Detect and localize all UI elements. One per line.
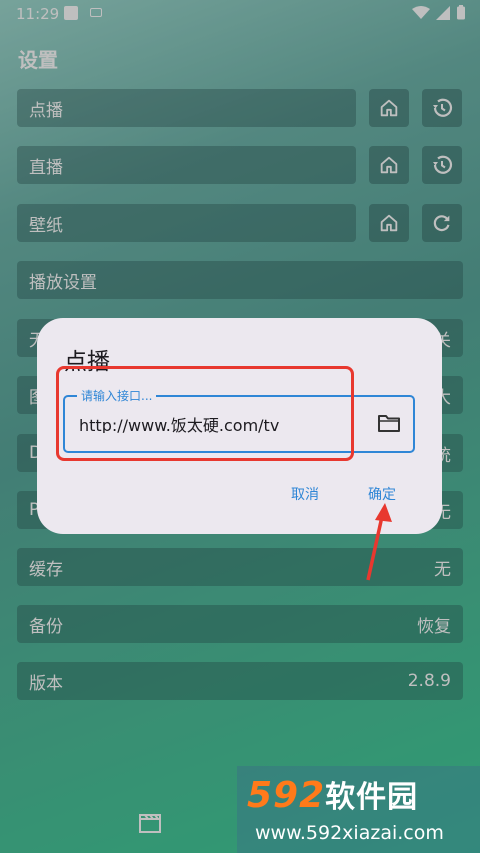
annotation-highlight-box	[56, 366, 354, 461]
cancel-button[interactable]: 取消	[291, 484, 319, 504]
folder-button[interactable]	[377, 413, 401, 437]
confirm-button[interactable]: 确定	[368, 484, 396, 504]
watermark: 592软件园 www.592xiazai.com	[237, 766, 480, 853]
watermark-logo: 592软件园	[247, 772, 418, 816]
watermark-digits: 592	[247, 775, 326, 816]
watermark-cn: 软件园	[325, 780, 419, 815]
watermark-url: www.592xiazai.com	[255, 822, 444, 844]
folder-icon	[378, 415, 400, 432]
